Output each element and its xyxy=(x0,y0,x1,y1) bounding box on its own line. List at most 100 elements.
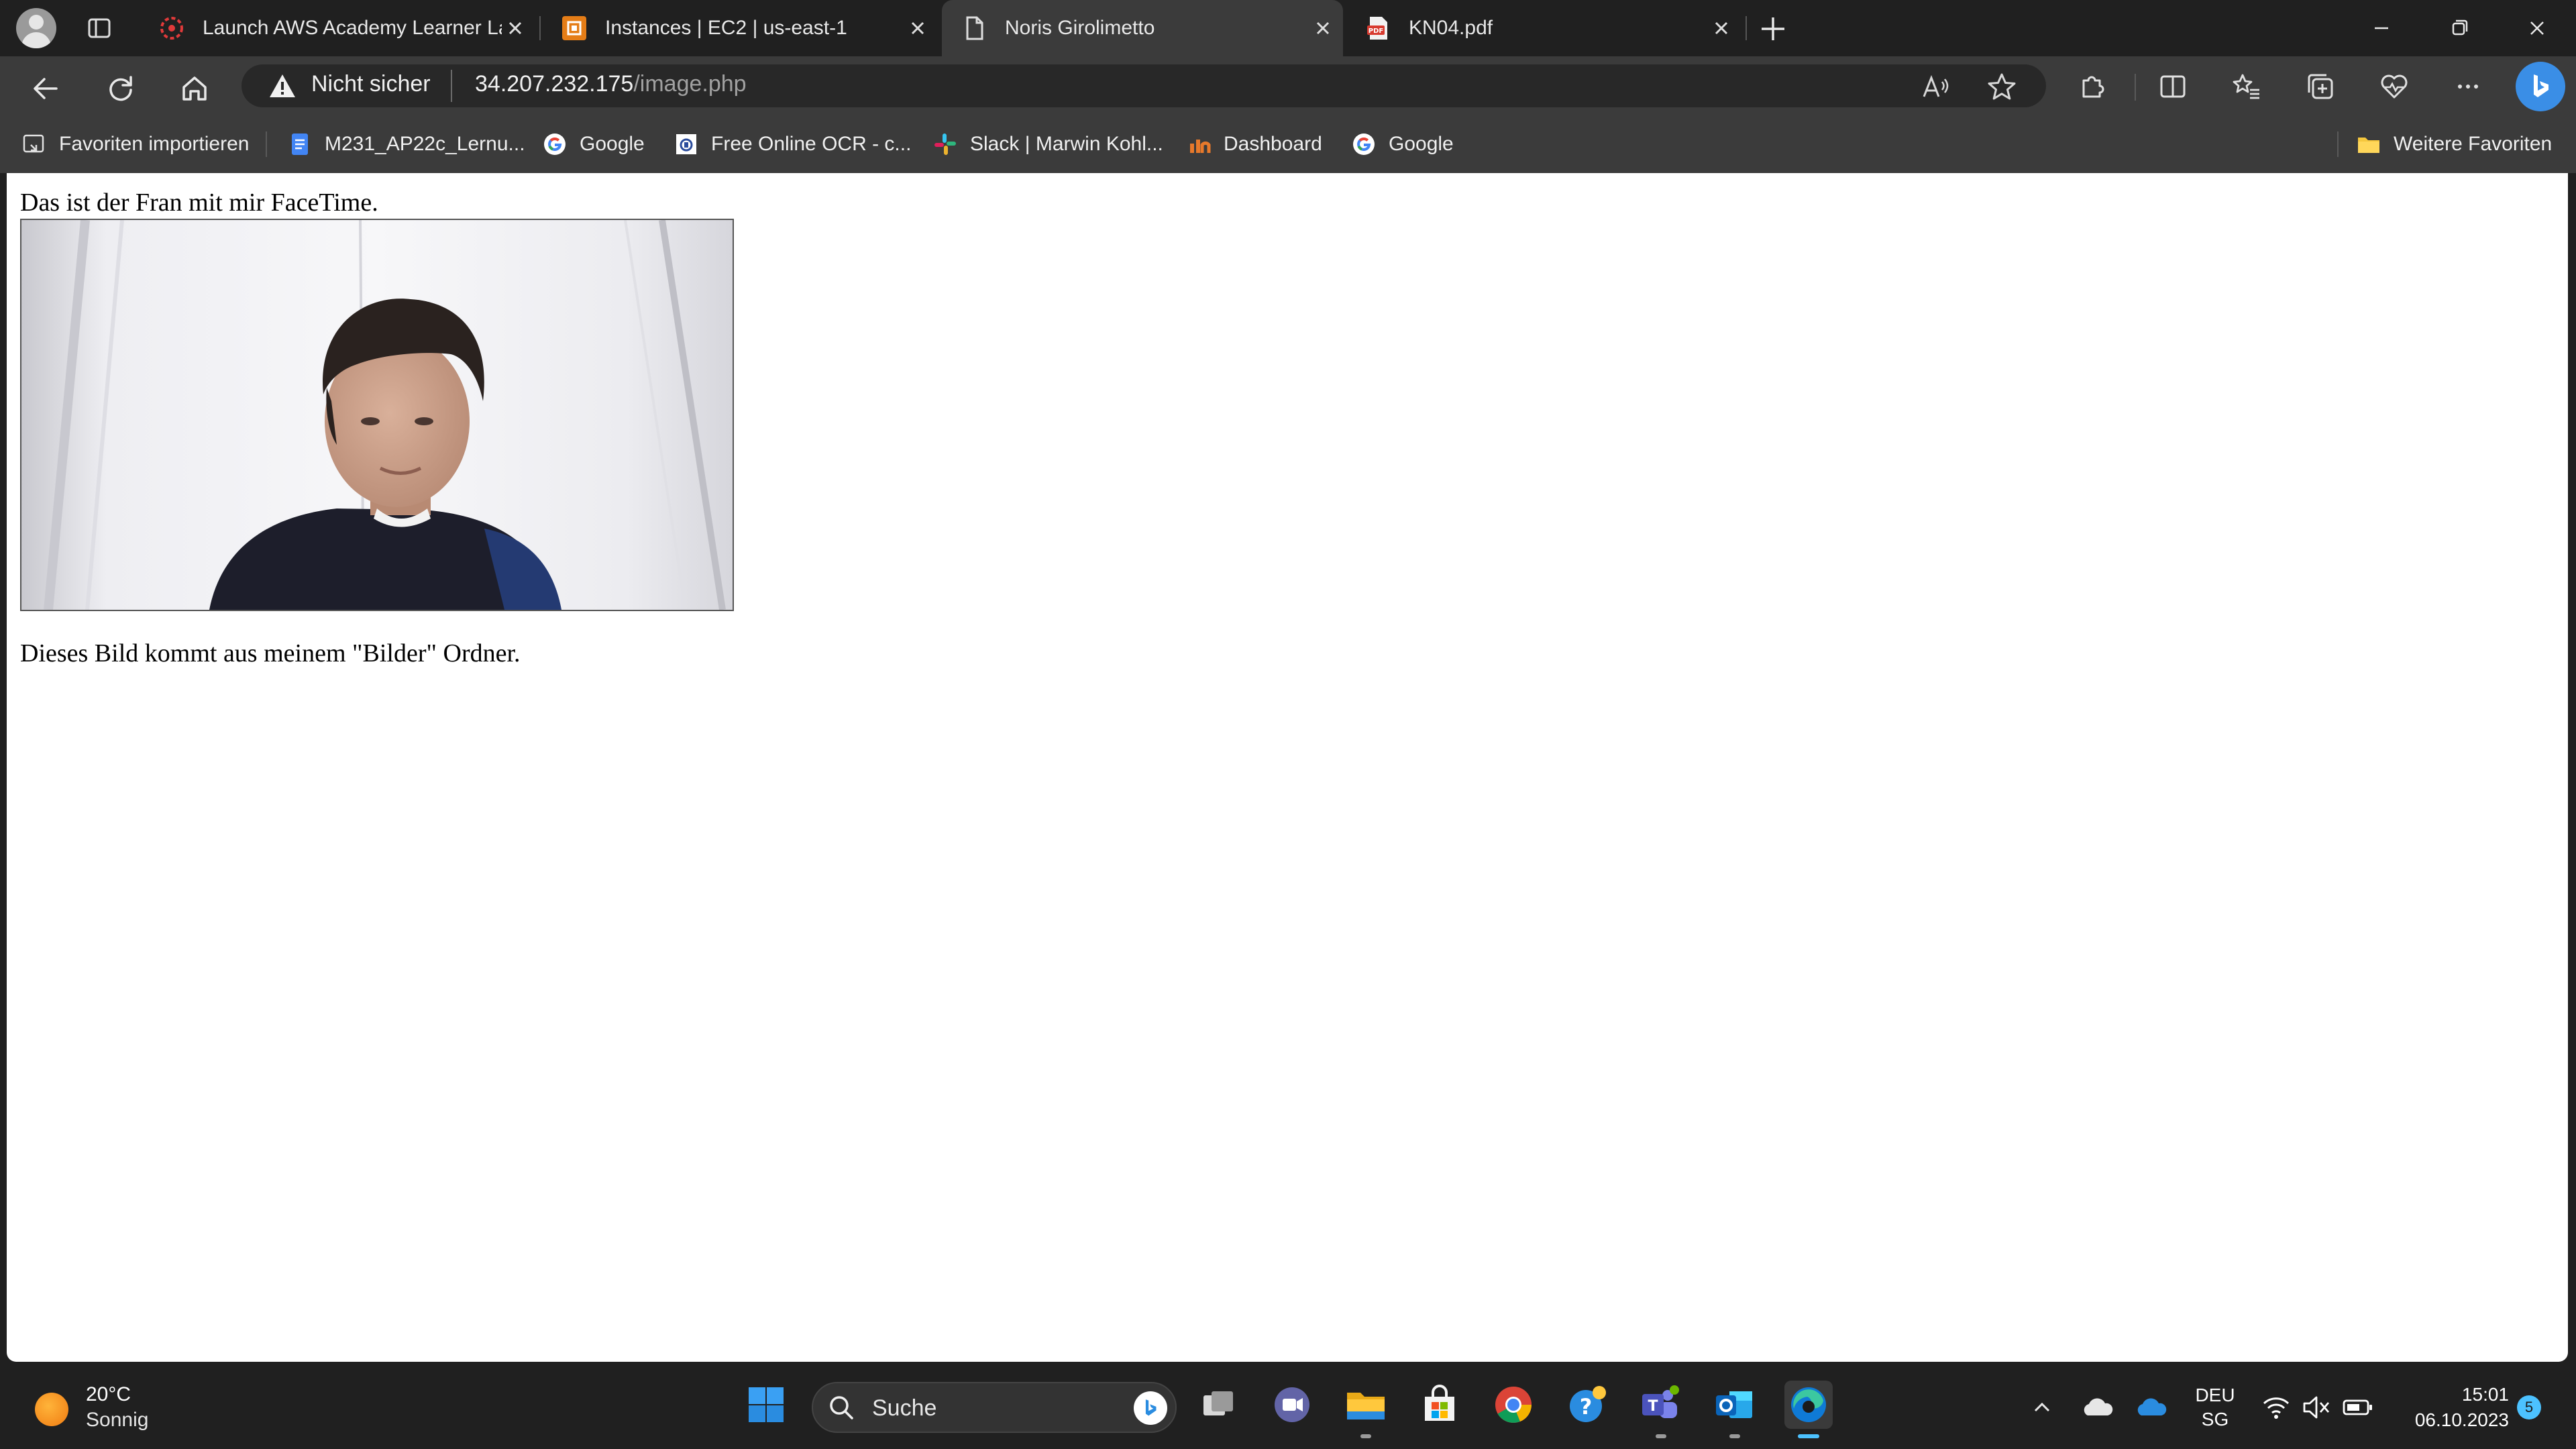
browser-essentials-icon[interactable] xyxy=(2377,70,2411,103)
clock-date: 06.10.2023 xyxy=(2414,1409,2509,1430)
extensions-icon[interactable] xyxy=(2076,70,2109,103)
battery-icon[interactable] xyxy=(2341,1393,2375,1422)
search-placeholder: Suche xyxy=(872,1395,937,1421)
more-menu-icon[interactable] xyxy=(2451,70,2485,103)
start-button[interactable] xyxy=(742,1381,790,1429)
favorite-star-icon[interactable] xyxy=(1986,71,2018,103)
bookmark-label: Weitere Favoriten xyxy=(2394,133,2553,155)
sun-icon xyxy=(35,1393,68,1426)
close-icon[interactable] xyxy=(904,15,931,42)
bookmark-import-favorites[interactable]: Favoriten importieren xyxy=(21,115,249,173)
svg-text:T: T xyxy=(1648,1398,1658,1415)
bing-icon xyxy=(1134,1391,1167,1425)
home-button[interactable] xyxy=(176,70,213,107)
close-icon[interactable] xyxy=(1708,15,1735,42)
onedrive-business-icon[interactable] xyxy=(2133,1393,2169,1422)
language-code: DEU xyxy=(2195,1385,2235,1405)
edge-icon[interactable] xyxy=(1784,1381,1833,1429)
tab-title: KN04.pdf xyxy=(1409,17,1493,39)
split-screen-icon[interactable] xyxy=(2156,70,2190,103)
weather-desc: Sonnig xyxy=(86,1409,149,1431)
bookmark-m231[interactable]: M231_AP22c_Lernu... xyxy=(287,115,525,173)
url-path: /image.php xyxy=(633,71,747,97)
facetime-photo xyxy=(20,219,734,611)
import-favorites-icon xyxy=(21,131,47,157)
bookmark-label: Favoriten importieren xyxy=(59,133,250,155)
clock-time: 15:01 xyxy=(2461,1384,2509,1405)
collections-icon[interactable] xyxy=(2304,70,2337,103)
bookmark-label: Dashboard xyxy=(1224,133,1322,155)
favorites-list-icon[interactable] xyxy=(2230,70,2263,103)
url-host: 34.207.232.175 xyxy=(475,71,634,97)
notification-count: 5 xyxy=(2524,1399,2534,1415)
svg-text:?: ? xyxy=(1580,1394,1593,1419)
clock[interactable]: 15:01 06.10.2023 xyxy=(2388,1382,2509,1433)
pdf-icon: PDF xyxy=(1364,15,1391,42)
volume-muted-icon[interactable] xyxy=(2301,1393,2332,1422)
chevron-up-icon[interactable] xyxy=(2029,1394,2055,1421)
get-help-icon[interactable]: ? xyxy=(1563,1381,1611,1429)
bookmark-slack[interactable]: Slack | Marwin Kohl... xyxy=(932,115,1163,173)
language-indicator[interactable]: DEU SG xyxy=(2188,1383,2242,1432)
bookmark-label: Slack | Marwin Kohl... xyxy=(970,133,1163,155)
minimize-button[interactable] xyxy=(2361,13,2402,43)
new-tab-button[interactable] xyxy=(1758,13,1788,44)
ocr-icon xyxy=(674,131,699,157)
teams-chat-icon[interactable] xyxy=(1268,1381,1316,1429)
caption-line-1: Das ist der Fran mit mir FaceTime. xyxy=(20,189,378,217)
close-icon[interactable] xyxy=(502,15,529,42)
page-icon xyxy=(961,15,987,42)
task-view-icon[interactable] xyxy=(1194,1381,1242,1429)
microsoft-store-icon[interactable] xyxy=(1415,1381,1464,1429)
bookmark-label: Free Online OCR - c... xyxy=(711,133,912,155)
bookmark-google-2[interactable]: Google xyxy=(1351,115,1454,173)
tab-noris-girolimetto[interactable]: Noris Girolimetto xyxy=(942,0,1343,56)
search-icon xyxy=(826,1393,857,1424)
tab-actions-icon[interactable] xyxy=(86,15,113,42)
teams-icon[interactable]: T xyxy=(1637,1381,1685,1429)
url-text[interactable]: 34.207.232.175/image.php xyxy=(475,71,747,97)
close-icon[interactable] xyxy=(1309,15,1336,42)
keyboard-layout: SG xyxy=(2201,1409,2229,1430)
bookmark-google[interactable]: Google xyxy=(542,115,645,173)
wifi-icon[interactable] xyxy=(2261,1393,2292,1422)
ec2-icon xyxy=(561,15,588,42)
window-close-button[interactable] xyxy=(2517,13,2557,43)
weather-widget[interactable]: 20°C Sonnig xyxy=(27,1381,188,1434)
restore-button[interactable] xyxy=(2439,13,2479,43)
tab-kn04-pdf[interactable]: PDF KN04.pdf xyxy=(1346,0,1741,56)
read-aloud-icon[interactable] xyxy=(1920,72,1951,103)
tab-title: Instances | EC2 | us-east-1 xyxy=(605,17,847,39)
caption-line-2: Dieses Bild kommt aus meinem "Bilder" Or… xyxy=(20,639,521,667)
security-label[interactable]: Nicht sicher xyxy=(311,71,431,97)
google-icon xyxy=(542,131,568,157)
bookmark-dashboard[interactable]: Dashboard xyxy=(1186,115,1322,173)
docs-icon xyxy=(287,131,313,157)
chrome-icon[interactable] xyxy=(1489,1381,1538,1429)
bing-copilot-icon[interactable] xyxy=(2516,62,2565,111)
aws-academy-icon xyxy=(158,15,185,42)
onedrive-personal-icon[interactable] xyxy=(2080,1393,2116,1422)
bookmark-label: Google xyxy=(580,133,645,155)
tab-aws-academy[interactable]: Launch AWS Academy Learner La xyxy=(140,0,535,56)
google-icon xyxy=(1351,131,1377,157)
taskbar-search-box[interactable]: Suche xyxy=(812,1382,1177,1433)
svg-text:PDF: PDF xyxy=(1368,28,1383,35)
bookmark-label: Google xyxy=(1389,133,1454,155)
slack-icon xyxy=(932,131,958,157)
tab-ec2-instances[interactable]: Instances | EC2 | us-east-1 xyxy=(542,0,938,56)
bookmark-label: M231_AP22c_Lernu... xyxy=(325,133,525,155)
weather-temp: 20°C xyxy=(86,1383,131,1405)
notification-badge[interactable]: 5 xyxy=(2517,1395,2541,1419)
outlook-icon[interactable] xyxy=(1711,1381,1759,1429)
warning-icon[interactable] xyxy=(268,72,297,99)
tab-title: Launch AWS Academy Learner La xyxy=(203,17,502,39)
bookmark-more-favorites[interactable]: Weitere Favoriten xyxy=(2356,115,2552,173)
reload-button[interactable] xyxy=(102,70,140,107)
folder-icon xyxy=(2356,131,2381,157)
bookmark-free-online-ocr[interactable]: Free Online OCR - c... xyxy=(674,115,911,173)
file-explorer-icon[interactable] xyxy=(1342,1381,1390,1429)
profile-avatar[interactable] xyxy=(16,8,56,48)
back-button[interactable] xyxy=(27,70,64,107)
tab-title: Noris Girolimetto xyxy=(1005,17,1155,39)
